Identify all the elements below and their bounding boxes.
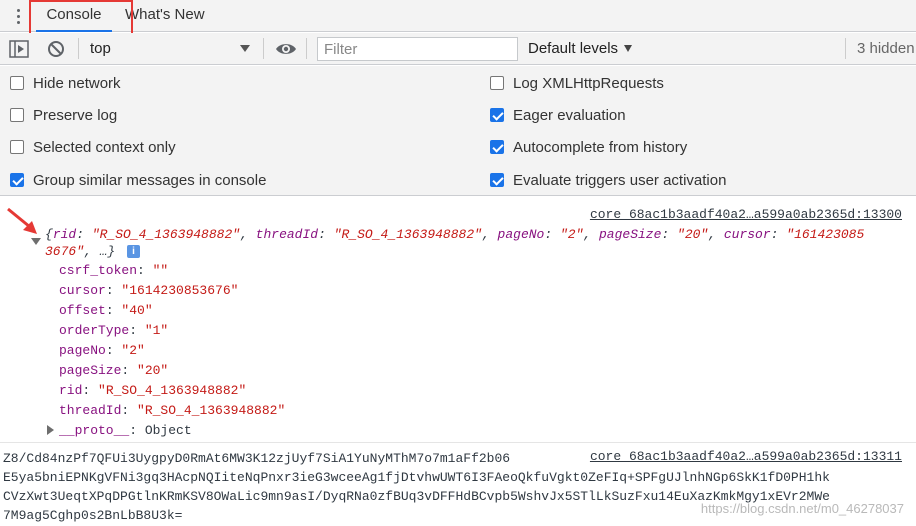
log-levels-dropdown[interactable]: Default levels — [528, 33, 633, 64]
group-similar-checkbox[interactable] — [10, 173, 24, 187]
object-property: orderType: "1" — [59, 323, 169, 338]
option-label: Eager evaluation — [513, 106, 626, 124]
hidden-messages-count: 3 hidden — [857, 40, 915, 57]
live-expression-eye-icon[interactable] — [275, 41, 297, 57]
object-property: threadId: "R_SO_4_1363948882" — [59, 403, 286, 418]
dropdown-caret-icon — [624, 45, 633, 52]
option-label: Selected context only — [33, 138, 176, 156]
dropdown-caret-icon — [240, 45, 250, 52]
object-property: offset: "40" — [59, 303, 153, 318]
console-toolbar: top Default levels 3 hidden — [0, 33, 916, 65]
log-xhr-option[interactable]: Log XMLHttpRequests — [490, 73, 664, 93]
option-label: Evaluate triggers user activation — [513, 171, 727, 189]
option-label: Autocomplete from history — [513, 138, 688, 156]
more-tools-menu-icon[interactable] — [10, 6, 26, 26]
autocomplete-history-option[interactable]: Autocomplete from history — [490, 137, 687, 157]
selected-context-checkbox[interactable] — [10, 140, 24, 154]
proto-property[interactable]: __proto__: Object — [59, 421, 192, 441]
expand-triangle-icon[interactable] — [31, 238, 41, 245]
annotation-arrow-icon — [7, 207, 37, 234]
preserve-log-checkbox[interactable] — [10, 108, 24, 122]
object-property: pageSize: "20" — [59, 363, 169, 378]
eager-evaluation-checkbox[interactable] — [490, 108, 504, 122]
context-selector[interactable]: top — [90, 33, 254, 64]
tab-whats-new[interactable]: What's New — [125, 0, 205, 32]
option-label: Log XMLHttpRequests — [513, 74, 664, 92]
autocomplete-history-checkbox[interactable] — [490, 140, 504, 154]
object-property: csrf_token: "" — [59, 263, 169, 278]
preserve-log-option[interactable]: Preserve log — [10, 105, 117, 125]
hide-network-checkbox[interactable] — [10, 76, 24, 90]
toolbar-divider — [845, 38, 846, 59]
option-label: Group similar messages in console — [33, 171, 267, 189]
tab-console[interactable]: Console — [36, 0, 112, 32]
sidebar-toggle-icon[interactable] — [9, 40, 29, 58]
info-icon[interactable]: i — [127, 245, 141, 259]
drawer-tab-bar: Console What's New — [0, 0, 916, 42]
toolbar-divider — [306, 38, 307, 59]
object-preview[interactable]: {rid: "R_SO_4_1363948882", threadId: "R_… — [45, 226, 910, 260]
watermark: https://blog.csdn.net/m0_46278037 — [700, 501, 904, 516]
expand-triangle-icon[interactable] — [47, 425, 54, 435]
toolbar-divider — [78, 38, 79, 59]
context-selector-value: top — [90, 40, 111, 57]
hide-network-option[interactable]: Hide network — [10, 73, 121, 93]
console-messages: core_68ac1b3aadf40a2…a599a0ab2365d:13300… — [0, 197, 916, 526]
object-property: cursor: "1614230853676" — [59, 283, 239, 298]
toolbar-divider — [263, 38, 264, 59]
message-source-link[interactable]: core_68ac1b3aadf40a2…a599a0ab2365d:13300 — [590, 207, 902, 222]
evaluate-triggers-option[interactable]: Evaluate triggers user activation — [490, 170, 726, 190]
message-divider — [0, 442, 916, 443]
object-property: rid: "R_SO_4_1363948882" — [59, 383, 247, 398]
log-xhr-checkbox[interactable] — [490, 76, 504, 90]
evaluate-triggers-checkbox[interactable] — [490, 173, 504, 187]
message-source-link[interactable]: core_68ac1b3aadf40a2…a599a0ab2365d:13311 — [583, 449, 902, 464]
filter-input[interactable] — [317, 37, 518, 61]
object-property: pageNo: "2" — [59, 343, 145, 358]
option-label: Hide network — [33, 74, 121, 92]
group-similar-option[interactable]: Group similar messages in console — [10, 170, 266, 190]
eager-evaluation-option[interactable]: Eager evaluation — [490, 105, 626, 125]
log-levels-label: Default levels — [528, 40, 619, 57]
console-settings-pane: Hide network Preserve log Selected conte… — [0, 66, 916, 196]
clear-console-icon[interactable] — [47, 40, 65, 58]
selected-context-option[interactable]: Selected context only — [10, 137, 176, 157]
option-label: Preserve log — [33, 106, 118, 124]
